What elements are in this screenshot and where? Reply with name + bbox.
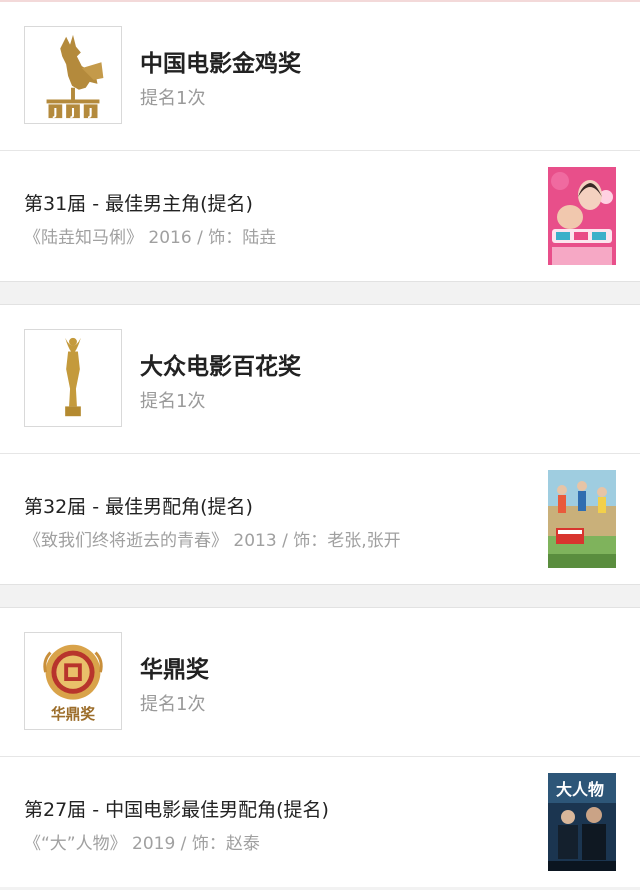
award-logo: 华鼎奖 — [24, 632, 122, 730]
nomination-title: 第31届 - 最佳男主角(提名) — [24, 193, 253, 215]
award-section-huading: 华鼎奖 华鼎奖 提名1次 第27届 - 中国电影最佳男配角(提名) 《“大”人物… — [0, 608, 640, 887]
poster-image — [548, 167, 616, 265]
award-section-golden-rooster: J J J 中国电影金鸡奖 提名1次 第31届 - 最佳男主角(提名) 《陆垚知… — [0, 2, 640, 281]
film-info: 《陆垚知马俐》 2016 / 饰：陆垚 — [24, 228, 277, 248]
movie-poster[interactable] — [548, 167, 616, 265]
svg-text:J: J — [52, 106, 57, 119]
nomination-count: 提名1次 — [140, 88, 206, 109]
nomination-entry[interactable]: 第31届 - 最佳男主角(提名) 《陆垚知马俐》 2016 / 饰：陆垚 — [0, 151, 640, 281]
huading-emblem-icon: 华鼎奖 — [25, 633, 121, 729]
film-info: 《“大”人物》 2019 / 饰：赵泰 — [24, 834, 260, 854]
golden-rooster-icon: J J J — [25, 27, 121, 123]
award-title: 华鼎奖 — [140, 657, 209, 683]
nomination-count: 提名1次 — [140, 694, 206, 715]
movie-poster[interactable] — [548, 470, 616, 568]
award-header[interactable]: J J J 中国电影金鸡奖 提名1次 — [0, 2, 640, 151]
nomination-title: 第32届 - 最佳男配角(提名) — [24, 496, 253, 518]
award-title: 大众电影百花奖 — [140, 354, 301, 380]
award-header[interactable]: 大众电影百花奖 提名1次 — [0, 305, 640, 454]
section-gap — [0, 281, 640, 305]
poster-image: 大人物 — [548, 773, 616, 871]
nomination-title: 第27届 - 中国电影最佳男配角(提名) — [24, 799, 329, 821]
svg-text:J: J — [88, 106, 93, 119]
nomination-count: 提名1次 — [140, 391, 206, 412]
award-section-hundred-flowers: 大众电影百花奖 提名1次 第32届 - 最佳男配角(提名) 《致我们终将逝去的青… — [0, 305, 640, 584]
award-logo: J J J — [24, 26, 122, 124]
poster-image — [548, 470, 616, 568]
svg-text:J: J — [70, 106, 75, 119]
hundred-flowers-statuette-icon — [25, 330, 121, 426]
section-gap — [0, 584, 640, 608]
award-title: 中国电影金鸡奖 — [140, 51, 301, 77]
film-info: 《致我们终将逝去的青春》 2013 / 饰：老张,张开 — [24, 531, 401, 551]
nomination-entry[interactable]: 第27届 - 中国电影最佳男配角(提名) 《“大”人物》 2019 / 饰：赵泰… — [0, 757, 640, 887]
emblem-text: 华鼎奖 — [51, 705, 95, 723]
award-header[interactable]: 华鼎奖 华鼎奖 提名1次 — [0, 608, 640, 757]
svg-text:大人物: 大人物 — [556, 780, 604, 799]
award-logo — [24, 329, 122, 427]
nomination-entry[interactable]: 第32届 - 最佳男配角(提名) 《致我们终将逝去的青春》 2013 / 饰：老… — [0, 454, 640, 584]
movie-poster[interactable]: 大人物 — [548, 773, 616, 871]
